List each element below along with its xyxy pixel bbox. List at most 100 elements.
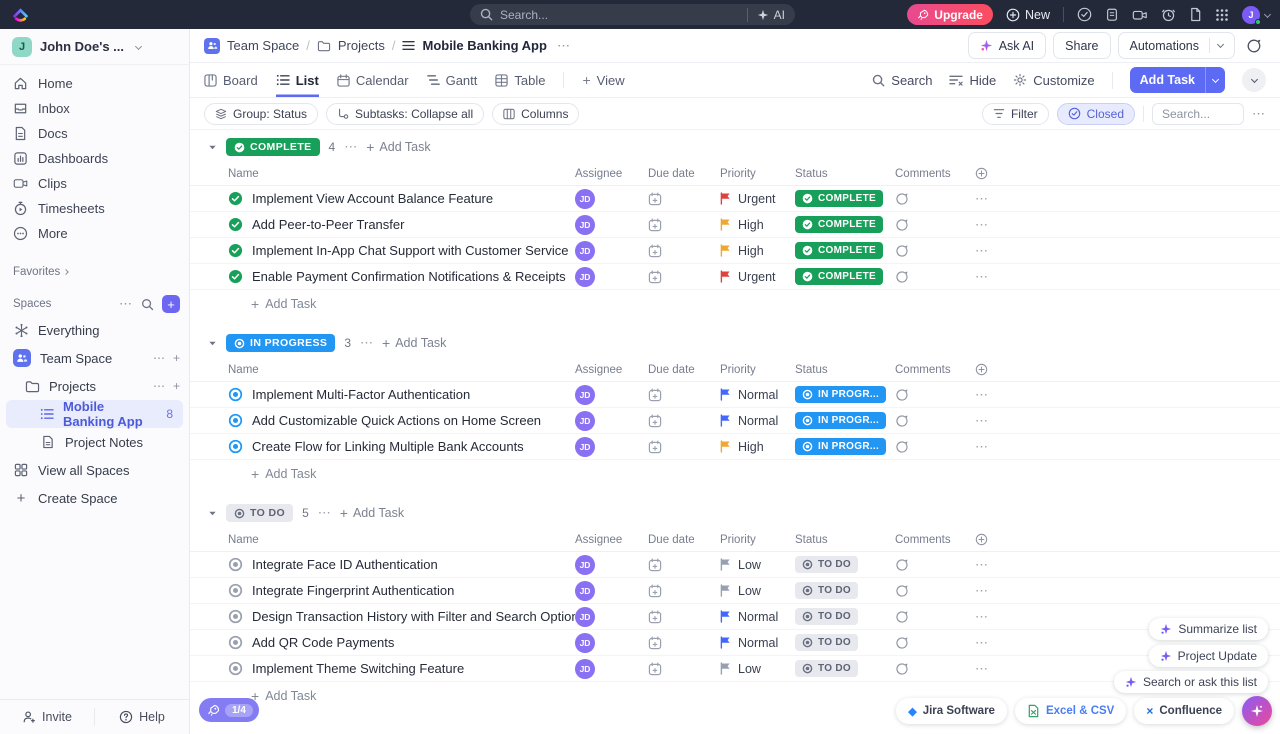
task-row[interactable]: Add QR Code Payments JD Normal TO DO ⋯: [190, 630, 1280, 656]
task-row[interactable]: Integrate Face ID Authentication JD Low …: [190, 552, 1280, 578]
column-header-status[interactable]: Status: [795, 364, 895, 376]
task-row[interactable]: Add Peer-to-Peer Transfer JD High COMPLE…: [190, 212, 1280, 238]
assignee-avatar[interactable]: JD: [575, 411, 595, 431]
spaces-menu-icon[interactable]: ⋯: [119, 296, 133, 312]
comment-icon[interactable]: [895, 218, 975, 232]
priority-flag-icon[interactable]: [720, 414, 731, 427]
chat-icon[interactable]: [1242, 32, 1266, 59]
due-date-icon[interactable]: [648, 270, 720, 284]
priority-flag-icon[interactable]: [720, 218, 731, 231]
sidebar-item-more[interactable]: More: [0, 221, 189, 246]
breadcrumb-projects[interactable]: Projects: [338, 38, 385, 53]
assignee-avatar[interactable]: JD: [575, 437, 595, 457]
doc-page-icon[interactable]: [1189, 7, 1202, 22]
automations-button[interactable]: Automations: [1118, 32, 1235, 59]
status-badge[interactable]: TO DO: [795, 582, 858, 599]
collapse-group-icon[interactable]: [208, 509, 217, 518]
add-task-dropdown[interactable]: [1205, 67, 1225, 93]
priority-flag-icon[interactable]: [720, 244, 731, 257]
sidebar-item-home[interactable]: Home: [0, 71, 189, 96]
breadcrumb-team-space[interactable]: Team Space: [227, 38, 299, 53]
column-header-name[interactable]: Name: [228, 534, 575, 546]
list-search-input[interactable]: Search...: [1152, 103, 1244, 125]
comment-icon[interactable]: [895, 192, 975, 206]
column-header-name[interactable]: Name: [228, 364, 575, 376]
column-header-due-date[interactable]: Due date: [648, 534, 720, 546]
column-header-assignee[interactable]: Assignee: [575, 168, 648, 180]
row-menu-icon[interactable]: ⋯: [975, 439, 1280, 455]
comment-icon[interactable]: [895, 388, 975, 402]
task-status-icon[interactable]: [228, 217, 243, 232]
row-menu-icon[interactable]: ⋯: [975, 243, 1280, 259]
column-header-comments[interactable]: Comments: [895, 534, 975, 546]
status-badge[interactable]: COMPLETE: [795, 242, 883, 259]
task-row[interactable]: Implement View Account Balance Feature J…: [190, 186, 1280, 212]
status-badge[interactable]: TO DO: [795, 634, 858, 651]
group-status-badge[interactable]: IN PROGRESS: [226, 334, 335, 352]
sidebar-item-clips[interactable]: Clips: [0, 171, 189, 196]
spaces-search-icon[interactable]: [141, 298, 154, 311]
add-view-button[interactable]: +View: [582, 63, 624, 97]
comment-icon[interactable]: [895, 636, 975, 650]
task-name[interactable]: Design Transaction History with Filter a…: [252, 609, 575, 624]
sidebar-item-project-notes[interactable]: Project Notes: [0, 428, 189, 456]
due-date-icon[interactable]: [648, 414, 720, 428]
workspace-switcher[interactable]: J John Doe's ...: [0, 29, 189, 65]
due-date-icon[interactable]: [648, 636, 720, 650]
group-add-task-button[interactable]: +Add Task: [366, 139, 430, 155]
task-name[interactable]: Create Flow for Linking Multiple Bank Ac…: [252, 439, 524, 454]
comment-icon[interactable]: [895, 662, 975, 676]
column-header-assignee[interactable]: Assignee: [575, 364, 648, 376]
task-status-icon[interactable]: [228, 191, 243, 206]
task-name[interactable]: Add Peer-to-Peer Transfer: [252, 217, 404, 232]
upgrade-button[interactable]: Upgrade: [907, 4, 993, 25]
task-row[interactable]: Design Transaction History with Filter a…: [190, 604, 1280, 630]
priority-flag-icon[interactable]: [720, 662, 731, 675]
sidebar-item-view-all-spaces[interactable]: View all Spaces: [0, 456, 189, 484]
tab-gantt[interactable]: Gantt: [427, 63, 478, 97]
status-badge[interactable]: TO DO: [795, 556, 858, 573]
task-name[interactable]: Implement Theme Switching Feature: [252, 661, 464, 676]
reminder-clock-icon[interactable]: [1161, 7, 1176, 22]
row-menu-icon[interactable]: ⋯: [975, 387, 1280, 403]
task-status-icon[interactable]: [228, 243, 243, 258]
status-badge[interactable]: IN PROGR...: [795, 412, 886, 429]
space-add-icon[interactable]: +: [173, 351, 180, 365]
assignee-avatar[interactable]: JD: [575, 581, 595, 601]
add-task-row[interactable]: +Add Task: [190, 290, 1280, 318]
task-row[interactable]: Enable Payment Confirmation Notification…: [190, 264, 1280, 290]
task-status-icon[interactable]: [228, 269, 243, 284]
group-menu-icon[interactable]: ⋯: [360, 335, 373, 351]
task-status-icon[interactable]: [228, 635, 243, 650]
confluence-button[interactable]: × Confluence: [1134, 698, 1234, 724]
priority-flag-icon[interactable]: [720, 388, 731, 401]
tab-calendar[interactable]: Calendar: [337, 63, 409, 97]
favorites-section[interactable]: Favorites: [0, 262, 189, 282]
comment-icon[interactable]: [895, 244, 975, 258]
assignee-avatar[interactable]: JD: [575, 267, 595, 287]
task-status-icon[interactable]: [228, 583, 243, 598]
due-date-icon[interactable]: [648, 244, 720, 258]
sidebar-item-timesheets[interactable]: Timesheets: [0, 196, 189, 221]
task-name[interactable]: Add Customizable Quick Actions on Home S…: [252, 413, 541, 428]
collapse-header-button[interactable]: [1242, 68, 1266, 92]
task-name[interactable]: Enable Payment Confirmation Notification…: [252, 269, 566, 284]
status-badge[interactable]: IN PROGR...: [795, 438, 886, 455]
notepad-icon[interactable]: [1105, 7, 1119, 22]
task-status-icon[interactable]: [228, 557, 243, 572]
task-row[interactable]: Integrate Fingerprint Authentication JD …: [190, 578, 1280, 604]
ai-shortcut-button[interactable]: AI: [747, 8, 785, 22]
task-row[interactable]: Implement In-App Chat Support with Custo…: [190, 238, 1280, 264]
assignee-avatar[interactable]: JD: [575, 659, 595, 679]
excel-csv-button[interactable]: Excel & CSV: [1015, 698, 1126, 724]
share-button[interactable]: Share: [1053, 32, 1110, 59]
task-status-icon[interactable]: [228, 609, 243, 624]
apps-grid-icon[interactable]: [1215, 8, 1229, 22]
assignee-avatar[interactable]: JD: [575, 607, 595, 627]
comment-icon[interactable]: [895, 610, 975, 624]
task-name[interactable]: Integrate Fingerprint Authentication: [252, 583, 454, 598]
status-badge[interactable]: COMPLETE: [795, 216, 883, 233]
add-column-icon[interactable]: [975, 167, 1280, 180]
due-date-icon[interactable]: [648, 218, 720, 232]
ask-ai-button[interactable]: Ask AI: [968, 32, 1046, 59]
